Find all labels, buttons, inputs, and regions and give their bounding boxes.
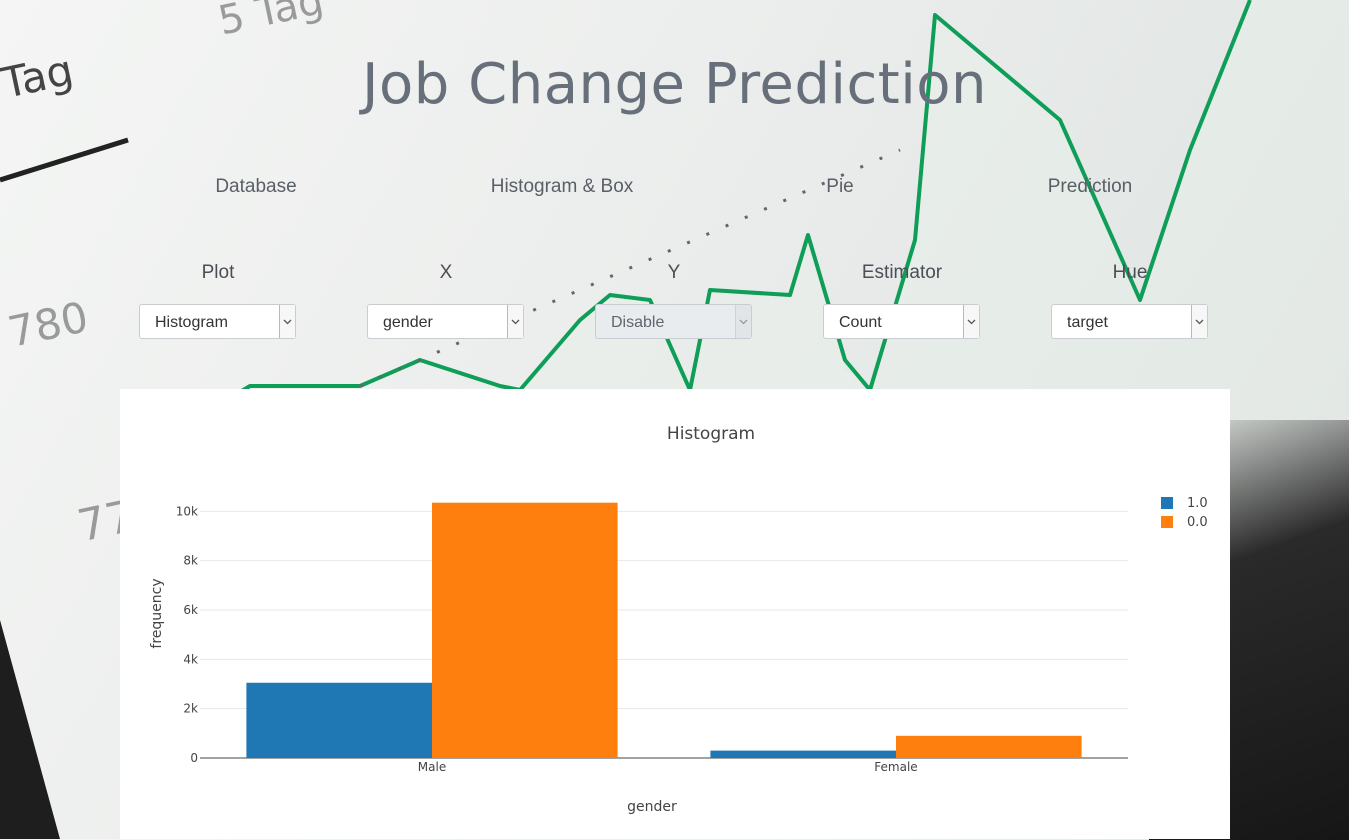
- x-tick-label: Female: [874, 760, 917, 774]
- legend-label: 0.0: [1187, 515, 1208, 530]
- x-tick-label: Male: [418, 760, 446, 774]
- chevron-down-icon: [1191, 305, 1207, 338]
- chart-title: Histogram: [667, 424, 755, 444]
- tab-histogram-box[interactable]: Histogram & Box: [491, 176, 634, 198]
- tab-database[interactable]: Database: [215, 176, 296, 198]
- tab-pie[interactable]: Pie: [826, 176, 853, 198]
- bar: [432, 502, 618, 758]
- y-select: Disable: [595, 304, 752, 339]
- histogram-chart[interactable]: Histogram 0 2k 4k 6k 8k 10k Male Female gender fre…: [120, 389, 1230, 839]
- y-select-value: Disable: [611, 314, 665, 331]
- bar: [710, 750, 896, 758]
- x-select-value: gender: [383, 314, 433, 331]
- chart-panel[interactable]: Histogram 0 2k 4k 6k 8k 10k Male Female gender fre…: [120, 389, 1230, 839]
- y-tick-label: 2k: [183, 702, 198, 716]
- y-tick-label: 4k: [183, 652, 198, 666]
- chevron-down-icon: [279, 305, 295, 338]
- y-tick-label: 0: [190, 751, 198, 765]
- y-tick-label: 10k: [176, 504, 198, 518]
- hue-label: Hue: [1112, 262, 1148, 283]
- y-tick-label: 8k: [183, 554, 198, 568]
- page-title: Job Change Prediction: [361, 52, 988, 117]
- chevron-down-icon: [507, 305, 523, 338]
- y-axis-title: frequency: [149, 578, 165, 648]
- y-label: Y: [667, 262, 681, 283]
- plot-label: Plot: [201, 262, 235, 283]
- estimator-select-value: Count: [839, 314, 882, 331]
- tab-prediction[interactable]: Prediction: [1048, 176, 1133, 198]
- estimator-label: Estimator: [861, 262, 943, 283]
- legend-swatch: [1161, 497, 1173, 509]
- estimator-select[interactable]: Count: [823, 304, 980, 339]
- plot-select-value: Histogram: [155, 314, 228, 331]
- hue-select[interactable]: target: [1051, 304, 1208, 339]
- y-tick-label: 6k: [183, 603, 198, 617]
- x-label: X: [439, 262, 453, 283]
- chevron-down-icon: [735, 305, 751, 338]
- legend-swatch: [1161, 516, 1173, 528]
- x-axis-title: gender: [627, 799, 677, 815]
- hue-select-value: target: [1067, 314, 1108, 331]
- bar: [896, 735, 1082, 758]
- legend-label: 1.0: [1187, 496, 1208, 511]
- x-select[interactable]: gender: [367, 304, 524, 339]
- bar: [246, 682, 432, 758]
- plot-select[interactable]: Histogram: [139, 304, 296, 339]
- chevron-down-icon: [963, 305, 979, 338]
